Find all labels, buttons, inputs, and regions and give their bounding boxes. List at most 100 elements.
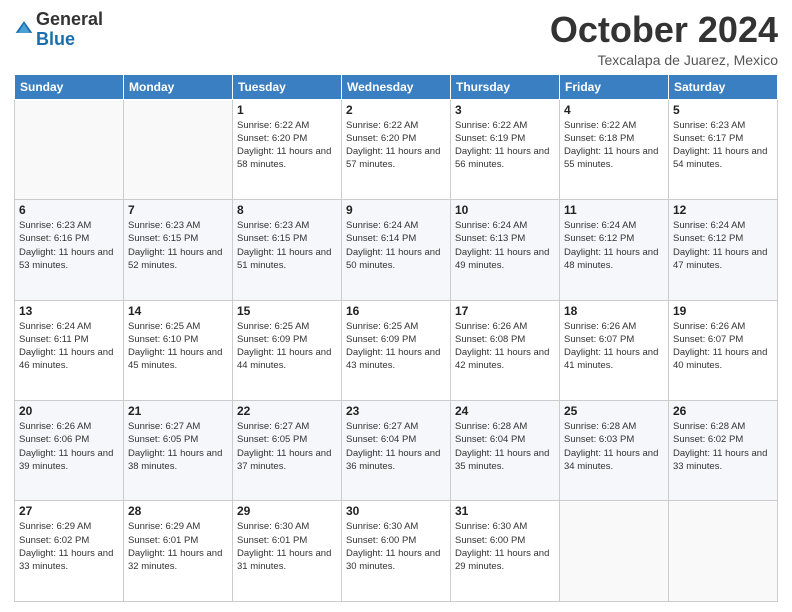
day-info: Sunrise: 6:30 AMSunset: 6:00 PMDaylight:… [455,520,555,573]
day-number: 11 [564,203,664,217]
calendar-week-row: 6Sunrise: 6:23 AMSunset: 6:16 PMDaylight… [15,200,778,300]
calendar-cell: 24 Sunrise: 6:28 AMSunset: 6:04 PMDayligh… [451,401,560,501]
calendar-cell: 23Sunrise: 6:27 AMSunset: 6:04 PMDayligh… [342,401,451,501]
calendar-cell: 22Sunrise: 6:27 AMSunset: 6:05 PMDayligh… [233,401,342,501]
day-number: 18 [564,304,664,318]
calendar-cell: 31 Sunrise: 6:30 AMSunset: 6:00 PMDayligh… [451,501,560,602]
calendar-cell: 19 Sunrise: 6:26 AMSunset: 6:07 PMDayligh… [669,300,778,400]
day-number: 17 [455,304,555,318]
title-block: October 2024 Texcalapa de Juarez, Mexico [550,10,778,68]
day-info: Sunrise: 6:27 AMSunset: 6:04 PMDaylight:… [346,420,446,473]
day-number: 12 [673,203,773,217]
calendar-cell: 8 Sunrise: 6:23 AMSunset: 6:15 PMDaylight… [233,200,342,300]
calendar-cell: 28 Sunrise: 6:29 AMSunset: 6:01 PMDayligh… [124,501,233,602]
day-number: 3 [455,103,555,117]
day-number: 21 [128,404,228,418]
weekday-header: Monday [124,74,233,99]
day-info: Sunrise: 6:23 AMSunset: 6:17 PMDaylight:… [673,119,773,172]
day-number: 2 [346,103,446,117]
day-info: Sunrise: 6:26 AMSunset: 6:07 PMDaylight:… [673,320,773,373]
calendar-cell: 18 Sunrise: 6:26 AMSunset: 6:07 PMDayligh… [560,300,669,400]
day-number: 25 [564,404,664,418]
calendar-week-row: 13Sunrise: 6:24 AMSunset: 6:11 PMDayligh… [15,300,778,400]
day-info: Sunrise: 6:28 AMSunset: 6:03 PMDaylight:… [564,420,664,473]
day-info: Sunrise: 6:25 AMSunset: 6:09 PMDaylight:… [237,320,337,373]
calendar-cell: 11 Sunrise: 6:24 AMSunset: 6:12 PMDayligh… [560,200,669,300]
calendar-table: SundayMondayTuesdayWednesdayThursdayFrid… [14,74,778,602]
calendar-week-row: 20 Sunrise: 6:26 AMSunset: 6:06 PMDayligh… [15,401,778,501]
calendar-cell: 9Sunrise: 6:24 AMSunset: 6:14 PMDaylight… [342,200,451,300]
day-number: 1 [237,103,337,117]
day-number: 4 [564,103,664,117]
calendar-cell: 14 Sunrise: 6:25 AMSunset: 6:10 PMDayligh… [124,300,233,400]
calendar-cell: 15Sunrise: 6:25 AMSunset: 6:09 PMDayligh… [233,300,342,400]
day-number: 31 [455,504,555,518]
month-title: October 2024 [550,10,778,50]
page: General Blue October 2024 Texcalapa de J… [0,0,792,612]
calendar-week-row: 27Sunrise: 6:29 AMSunset: 6:02 PMDayligh… [15,501,778,602]
day-info: Sunrise: 6:28 AMSunset: 6:04 PMDaylight:… [455,420,555,473]
day-number: 6 [19,203,119,217]
day-info: Sunrise: 6:24 AMSunset: 6:11 PMDaylight:… [19,320,119,373]
day-info: Sunrise: 6:24 AMSunset: 6:12 PMDaylight:… [673,219,773,272]
day-info: Sunrise: 6:22 AMSunset: 6:20 PMDaylight:… [237,119,337,172]
calendar-cell: 2Sunrise: 6:22 AMSunset: 6:20 PMDaylight… [342,99,451,199]
day-number: 10 [455,203,555,217]
calendar-cell: 27Sunrise: 6:29 AMSunset: 6:02 PMDayligh… [15,501,124,602]
day-info: Sunrise: 6:23 AMSunset: 6:15 PMDaylight:… [237,219,337,272]
day-info: Sunrise: 6:30 AMSunset: 6:00 PMDaylight:… [346,520,446,573]
calendar-cell [15,99,124,199]
day-number: 8 [237,203,337,217]
calendar-cell: 17 Sunrise: 6:26 AMSunset: 6:08 PMDayligh… [451,300,560,400]
weekday-header: Sunday [15,74,124,99]
day-number: 30 [346,504,446,518]
day-number: 7 [128,203,228,217]
weekday-header: Thursday [451,74,560,99]
day-info: Sunrise: 6:26 AMSunset: 6:06 PMDaylight:… [19,420,119,473]
day-number: 16 [346,304,446,318]
calendar-cell: 5 Sunrise: 6:23 AMSunset: 6:17 PMDaylight… [669,99,778,199]
calendar-cell: 25 Sunrise: 6:28 AMSunset: 6:03 PMDayligh… [560,401,669,501]
calendar-cell: 6Sunrise: 6:23 AMSunset: 6:16 PMDaylight… [15,200,124,300]
calendar-cell [669,501,778,602]
day-number: 29 [237,504,337,518]
weekday-header: Friday [560,74,669,99]
day-info: Sunrise: 6:27 AMSunset: 6:05 PMDaylight:… [128,420,228,473]
day-number: 5 [673,103,773,117]
day-info: Sunrise: 6:24 AMSunset: 6:12 PMDaylight:… [564,219,664,272]
day-info: Sunrise: 6:23 AMSunset: 6:15 PMDaylight:… [128,219,228,272]
logo-icon [14,17,34,37]
day-number: 20 [19,404,119,418]
day-number: 9 [346,203,446,217]
day-info: Sunrise: 6:24 AMSunset: 6:13 PMDaylight:… [455,219,555,272]
calendar-cell: 21 Sunrise: 6:27 AMSunset: 6:05 PMDayligh… [124,401,233,501]
day-info: Sunrise: 6:29 AMSunset: 6:02 PMDaylight:… [19,520,119,573]
location: Texcalapa de Juarez, Mexico [550,52,778,68]
calendar-header-row: SundayMondayTuesdayWednesdayThursdayFrid… [15,74,778,99]
calendar-cell: 12 Sunrise: 6:24 AMSunset: 6:12 PMDayligh… [669,200,778,300]
calendar-cell: 7 Sunrise: 6:23 AMSunset: 6:15 PMDaylight… [124,200,233,300]
logo-blue: Blue [36,29,75,49]
day-info: Sunrise: 6:29 AMSunset: 6:01 PMDaylight:… [128,520,228,573]
day-info: Sunrise: 6:30 AMSunset: 6:01 PMDaylight:… [237,520,337,573]
day-number: 24 [455,404,555,418]
calendar-cell [560,501,669,602]
day-info: Sunrise: 6:26 AMSunset: 6:08 PMDaylight:… [455,320,555,373]
day-number: 14 [128,304,228,318]
day-info: Sunrise: 6:26 AMSunset: 6:07 PMDaylight:… [564,320,664,373]
calendar-cell: 4 Sunrise: 6:22 AMSunset: 6:18 PMDaylight… [560,99,669,199]
calendar-cell: 29 Sunrise: 6:30 AMSunset: 6:01 PMDayligh… [233,501,342,602]
calendar-cell: 16Sunrise: 6:25 AMSunset: 6:09 PMDayligh… [342,300,451,400]
calendar-cell: 26Sunrise: 6:28 AMSunset: 6:02 PMDayligh… [669,401,778,501]
day-number: 28 [128,504,228,518]
calendar-cell: 30 Sunrise: 6:30 AMSunset: 6:00 PMDayligh… [342,501,451,602]
day-info: Sunrise: 6:22 AMSunset: 6:19 PMDaylight:… [455,119,555,172]
logo-text: General Blue [36,10,103,50]
day-info: Sunrise: 6:22 AMSunset: 6:18 PMDaylight:… [564,119,664,172]
day-info: Sunrise: 6:25 AMSunset: 6:10 PMDaylight:… [128,320,228,373]
day-number: 19 [673,304,773,318]
weekday-header: Tuesday [233,74,342,99]
calendar-week-row: 1 Sunrise: 6:22 AMSunset: 6:20 PMDaylight… [15,99,778,199]
day-number: 22 [237,404,337,418]
logo-general: General [36,9,103,29]
